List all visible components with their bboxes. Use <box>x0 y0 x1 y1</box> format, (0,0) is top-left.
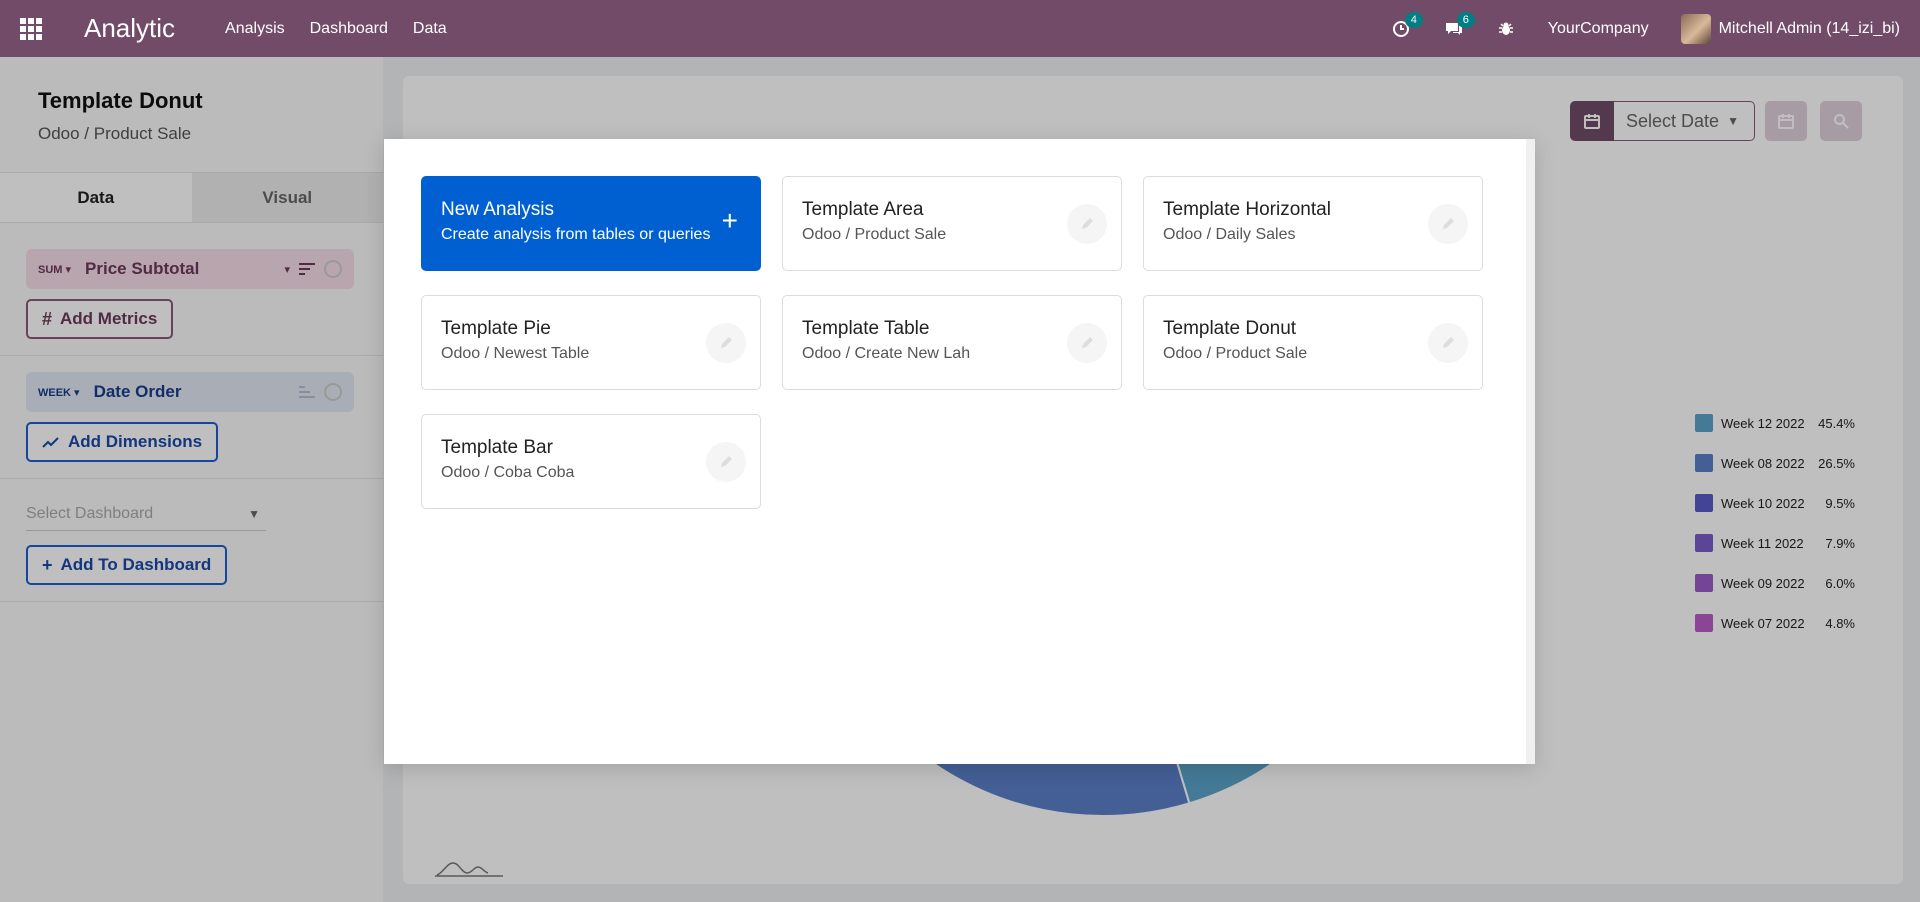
debug-button[interactable] <box>1498 21 1514 37</box>
template-card-horizontal[interactable]: Template Horizontal Odoo / Daily Sales <box>1143 176 1483 271</box>
edit-button[interactable] <box>706 323 746 363</box>
template-card-bar[interactable]: Template Bar Odoo / Coba Coba <box>421 414 761 509</box>
menu-data[interactable]: Data <box>413 20 447 38</box>
card-title: New Analysis <box>441 199 554 220</box>
avatar <box>1680 13 1711 44</box>
pencil-icon <box>1082 218 1093 229</box>
edit-button[interactable] <box>1428 323 1468 363</box>
top-navbar: Analytic Analysis Dashboard Data 4 6 You… <box>0 0 1920 57</box>
menu-dashboard[interactable]: Dashboard <box>310 20 388 38</box>
user-name: Mitchell Admin (14_izi_bi) <box>1718 19 1900 37</box>
template-card-table[interactable]: Template Table Odoo / Create New Lah <box>782 295 1122 390</box>
plus-icon: + <box>721 205 738 236</box>
activity-button[interactable]: 4 <box>1392 11 1423 38</box>
edit-button[interactable] <box>1067 323 1107 363</box>
card-subtitle: Create analysis from tables or queries <box>441 226 711 243</box>
messages-badge: 6 <box>1456 11 1475 28</box>
pencil-icon <box>1082 337 1093 348</box>
app-brand[interactable]: Analytic <box>84 13 175 44</box>
messages-button[interactable]: 6 <box>1444 11 1475 38</box>
new-analysis-card[interactable]: New Analysis Create analysis from tables… <box>421 176 761 271</box>
apps-grid-icon <box>20 17 42 40</box>
edit-button[interactable] <box>1428 204 1468 244</box>
bug-icon <box>1498 22 1513 35</box>
new-analysis-modal: New Analysis Create analysis from tables… <box>384 139 1535 764</box>
user-menu[interactable]: Mitchell Admin (14_izi_bi) <box>1680 13 1900 44</box>
modal-scrollbar[interactable] <box>1526 139 1535 764</box>
pencil-icon <box>1443 337 1454 348</box>
pencil-icon <box>721 456 732 467</box>
menu-analysis[interactable]: Analysis <box>225 20 285 38</box>
template-card-donut[interactable]: Template Donut Odoo / Product Sale <box>1143 295 1483 390</box>
activity-badge: 4 <box>1404 11 1423 28</box>
template-card-pie[interactable]: Template Pie Odoo / Newest Table <box>421 295 761 390</box>
pencil-icon <box>1443 218 1454 229</box>
edit-button[interactable] <box>706 442 746 482</box>
company-switcher[interactable]: YourCompany <box>1548 20 1649 38</box>
edit-button[interactable] <box>1067 204 1107 244</box>
pencil-icon <box>721 337 732 348</box>
apps-menu-button[interactable] <box>0 0 62 57</box>
template-card-area[interactable]: Template Area Odoo / Product Sale <box>782 176 1122 271</box>
